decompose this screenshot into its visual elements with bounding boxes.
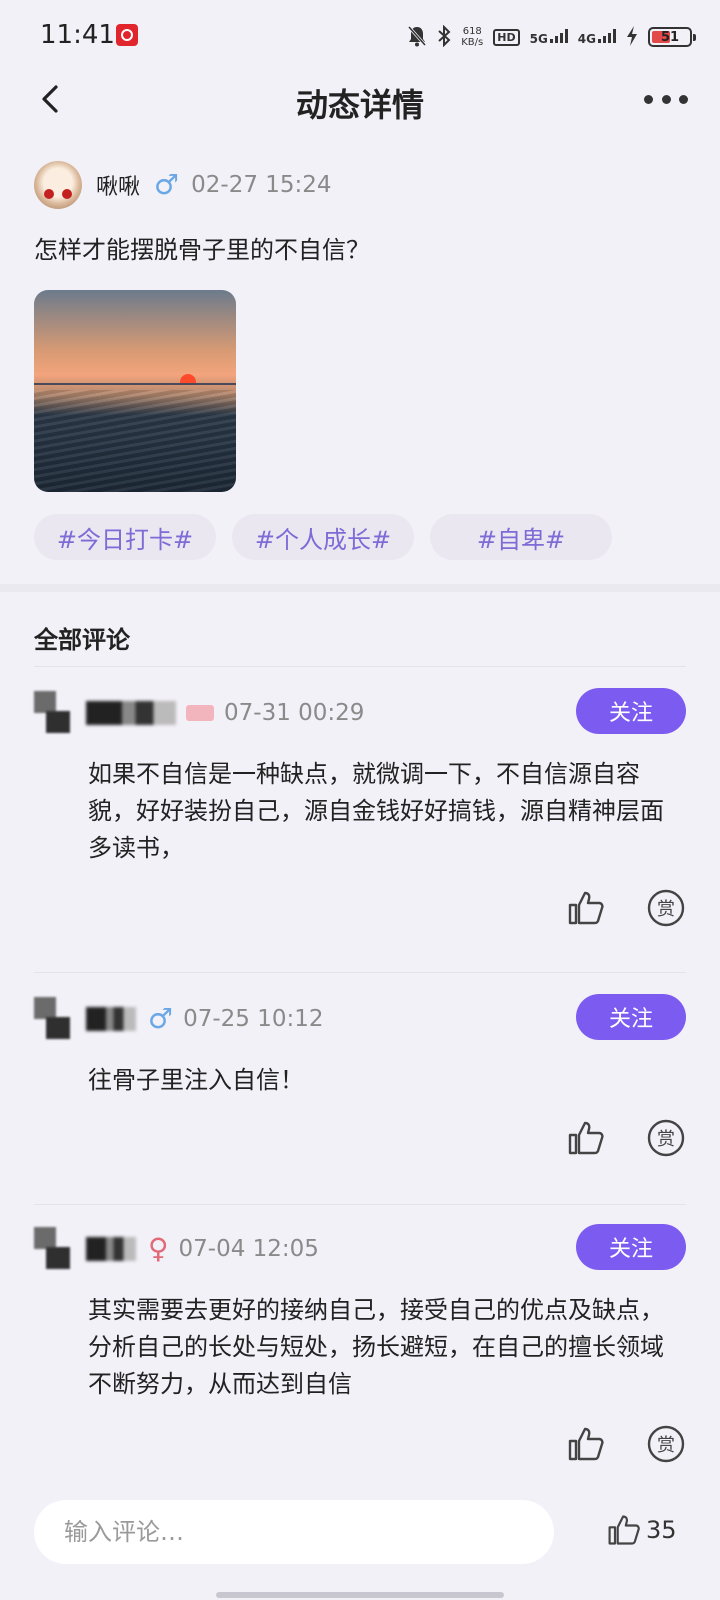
reward-icon[interactable]: 赏 bbox=[646, 888, 686, 928]
page-title: 动态详情 bbox=[295, 86, 424, 124]
header: 动态详情 bbox=[0, 70, 720, 130]
reward-icon[interactable]: 赏 bbox=[646, 1118, 686, 1158]
comment-divider bbox=[34, 1204, 686, 1205]
comment-header: ♂ 07-25 10:12 bbox=[34, 994, 324, 1044]
comment-actions: 赏 bbox=[566, 1424, 686, 1464]
signal-5g: 5G bbox=[529, 28, 568, 46]
comment-item: 07-31 00:29 关注 如果不自信是一种缺点，就微调一下，不自信源自容貌，… bbox=[34, 688, 686, 958]
post-image[interactable] bbox=[34, 290, 236, 492]
battery-level: 51 bbox=[660, 29, 680, 45]
male-gender-icon: ♂ bbox=[154, 168, 180, 201]
net-speed-unit: KB/s bbox=[461, 37, 484, 48]
comment-text: 往骨子里注入自信！ bbox=[88, 1066, 304, 1094]
tag-list: #今日打卡# #个人成长# #自卑# bbox=[34, 514, 612, 560]
reward-icon[interactable]: 赏 bbox=[646, 1424, 686, 1464]
comment-time: 07-04 12:05 bbox=[178, 1236, 319, 1262]
section-divider bbox=[0, 584, 720, 592]
comment-text: 其实需要去更好的接纳自己，接受自己的优点及缺点，分析自己的长处与短处，扬长避短，… bbox=[88, 1296, 664, 1398]
signal-bars-icon bbox=[549, 28, 568, 43]
comment-item: ♂ 07-25 10:12 关注 往骨子里注入自信！ 赏 bbox=[34, 994, 686, 1184]
bluetooth-icon bbox=[437, 24, 451, 50]
reward-label: 赏 bbox=[657, 1129, 675, 1150]
user-badge bbox=[186, 705, 214, 721]
status-icons: 618 KB/s HD 5G 4G 51 bbox=[407, 22, 696, 52]
reward-label: 赏 bbox=[657, 1435, 675, 1456]
tag-chip[interactable]: #今日打卡# bbox=[34, 514, 216, 560]
commenter-avatar[interactable] bbox=[34, 1227, 78, 1271]
follow-button[interactable]: 关注 bbox=[576, 994, 686, 1040]
comment-actions: 赏 bbox=[566, 888, 686, 928]
male-gender-icon: ♂ bbox=[148, 1002, 174, 1035]
signal-bars-icon bbox=[598, 28, 616, 43]
more-icon[interactable] bbox=[644, 84, 688, 114]
thumbs-up-icon[interactable] bbox=[566, 888, 606, 928]
comment-time: 07-25 10:12 bbox=[183, 1006, 324, 1032]
comment-divider bbox=[34, 972, 686, 973]
comment-header: ♀ 07-04 12:05 bbox=[34, 1224, 319, 1274]
tag-chip[interactable]: #个人成长# bbox=[232, 514, 414, 560]
net-speed: 618 KB/s bbox=[461, 26, 483, 48]
signal-5g-label: 5G bbox=[529, 31, 548, 46]
female-gender-icon: ♀ bbox=[148, 1232, 169, 1265]
status-bar: 11:41 618 KB/s HD 5G 4G 51 bbox=[0, 0, 720, 72]
comments-section-title: 全部评论 bbox=[34, 626, 130, 654]
commenter-avatar[interactable] bbox=[34, 691, 78, 735]
comment-input[interactable] bbox=[34, 1500, 554, 1564]
thumbs-up-icon[interactable] bbox=[566, 1424, 606, 1464]
netease-music-icon bbox=[116, 24, 138, 46]
commenter-name[interactable] bbox=[86, 1007, 136, 1031]
comment-actions: 赏 bbox=[566, 1118, 686, 1158]
bottom-comment-bar: 35 bbox=[0, 1490, 720, 1600]
comment-item: ♀ 07-04 12:05 关注 其实需要去更好的接纳自己，接受自己的优点及缺点… bbox=[34, 1224, 686, 1484]
signal-4g-label: 4G bbox=[577, 31, 596, 46]
post-time: 02-27 15:24 bbox=[191, 172, 332, 198]
charging-icon bbox=[626, 25, 638, 50]
follow-button[interactable]: 关注 bbox=[576, 688, 686, 734]
signal-4g: 4G bbox=[577, 28, 616, 46]
comment-time: 07-31 00:29 bbox=[224, 700, 365, 726]
tag-chip[interactable]: #自卑# bbox=[430, 514, 612, 560]
hd-label: HD bbox=[493, 28, 520, 46]
comment-divider bbox=[34, 666, 686, 667]
commenter-name[interactable] bbox=[86, 701, 176, 725]
comment-header: 07-31 00:29 bbox=[34, 688, 364, 738]
post-author: 啾啾 ♂ 02-27 15:24 bbox=[34, 160, 332, 210]
comment-text: 如果不自信是一种缺点，就微调一下，不自信源自容貌，好好装扮自己，源自金钱好好搞钱… bbox=[88, 760, 664, 862]
thumbs-up-icon[interactable] bbox=[566, 1118, 606, 1158]
post-text: 怎样才能摆脱骨子里的不自信？ bbox=[34, 236, 370, 264]
follow-button[interactable]: 关注 bbox=[576, 1224, 686, 1270]
battery-icon: 51 bbox=[648, 27, 696, 47]
reward-label: 赏 bbox=[657, 899, 675, 920]
avatar[interactable] bbox=[34, 161, 82, 209]
thumbs-up-icon[interactable] bbox=[606, 1512, 642, 1548]
author-name[interactable]: 啾啾 bbox=[96, 169, 140, 201]
home-indicator[interactable] bbox=[216, 1592, 504, 1598]
status-time: 11:41 bbox=[40, 20, 115, 50]
net-speed-value: 618 bbox=[462, 26, 482, 37]
commenter-name[interactable] bbox=[86, 1237, 136, 1261]
like-count: 35 bbox=[646, 1516, 677, 1544]
mute-bell-icon bbox=[407, 25, 427, 50]
commenter-avatar[interactable] bbox=[34, 997, 78, 1041]
